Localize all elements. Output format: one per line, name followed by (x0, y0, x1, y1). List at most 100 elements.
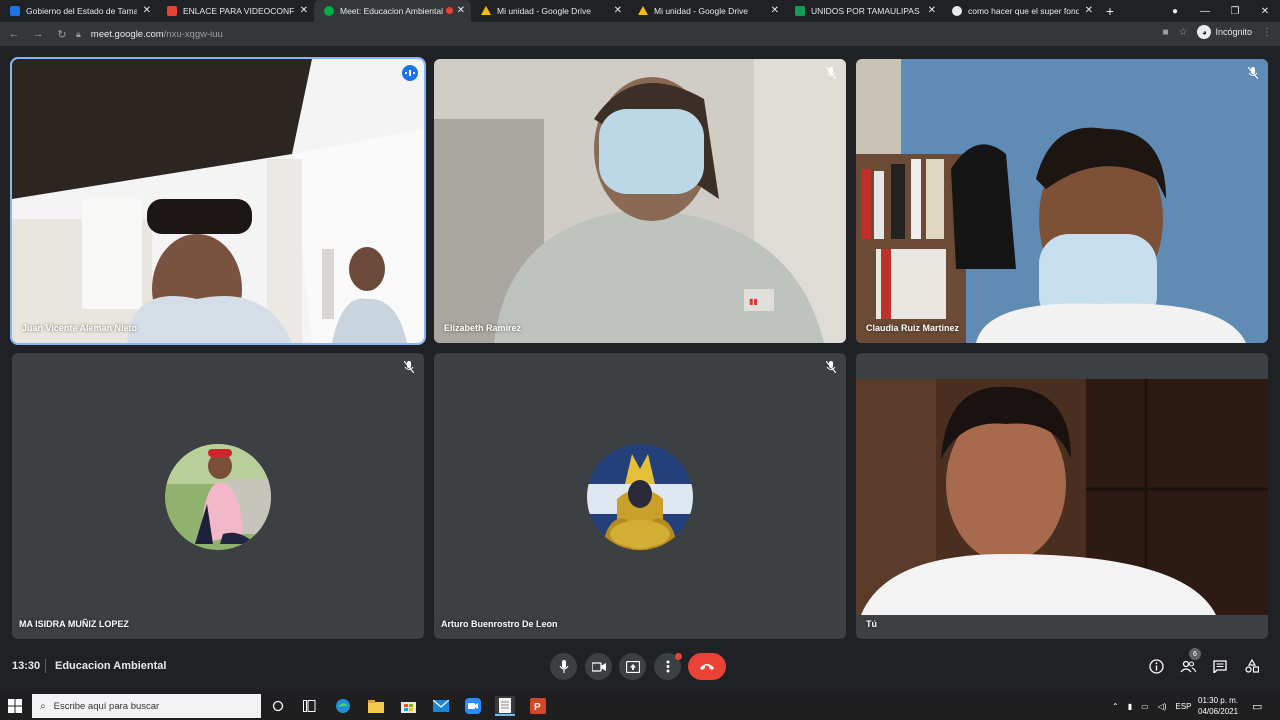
taskbar-search-input[interactable]: ⌕ Escribe aquí para buscar (32, 694, 261, 718)
close-window-icon[interactable]: ✕ (1250, 0, 1280, 22)
tab-label: Gobierno del Estado de Tamaulipas (26, 6, 137, 16)
store-icon[interactable] (398, 696, 418, 716)
speaking-indicator-icon (402, 65, 418, 81)
reload-icon[interactable]: ↻ (52, 28, 72, 41)
camera-in-use-icon[interactable]: ■ (1162, 27, 1168, 38)
incognito-indicator[interactable]: ◕ Incógnito (1197, 25, 1252, 39)
browser-tab[interactable]: UNIDOS POR TAMAULIPAS - CO ✕ (785, 0, 942, 22)
divider (45, 659, 46, 673)
bookmark-star-icon[interactable]: ☆ (1179, 27, 1188, 38)
address-bar: ← → ↻ 🔒︎ meet.google.com/nxu-xqgw-iuu ■ … (0, 22, 1280, 46)
participant-name: Tú (866, 619, 877, 629)
mic-tray-icon[interactable]: ▮ (1128, 702, 1132, 711)
participant-name: MA ISIDRA MUÑIZ LOPEZ (19, 619, 129, 629)
mail-icon[interactable] (431, 696, 451, 716)
new-tab-button[interactable]: + (1099, 0, 1121, 22)
tab-label: como hacer que el super fondo (968, 6, 1079, 16)
participant-name: Arturo Buenrostro De Leon (441, 619, 558, 629)
svg-text:▮▮: ▮▮ (749, 297, 758, 306)
language-indicator[interactable]: ESP (1176, 702, 1192, 711)
participant-tile-self[interactable]: Tú (856, 353, 1268, 639)
meeting-time: 13:30 (12, 660, 41, 672)
present-button[interactable] (619, 653, 646, 680)
search-icon: ⌕ (40, 700, 46, 712)
browser-tab[interactable]: ENLACE PARA VIDEOCONFERENCIA ✕ (157, 0, 314, 22)
volume-icon[interactable]: ◁) (1158, 702, 1167, 711)
camera-button[interactable] (585, 653, 612, 680)
mic-off-icon (402, 360, 416, 374)
participant-name: Elizabeth Ramirez (444, 323, 522, 333)
lock-icon[interactable]: 🔒︎ (76, 29, 81, 40)
more-options-button[interactable] (654, 653, 682, 680)
participant-count-badge: 6 (1189, 648, 1201, 660)
tab-favicon (167, 6, 177, 16)
close-tab-icon[interactable]: ✕ (771, 5, 779, 16)
browser-tab[interactable]: Gobierno del Estado de Tamaulipas ✕ (0, 0, 157, 22)
drive-icon (481, 6, 491, 15)
taskbar-clock[interactable]: 01:30 p. m. 04/06/2021 (1198, 695, 1238, 717)
notification-center-icon[interactable]: ▭ (1252, 692, 1262, 720)
browser-tab[interactable]: Mi unidad - Google Drive ✕ (628, 0, 785, 22)
mic-off-icon (824, 66, 838, 80)
network-icon[interactable]: ▭ (1141, 702, 1149, 711)
browser-tab[interactable]: como hacer que el super fondo ✕ (942, 0, 1099, 22)
notepad-icon[interactable] (495, 696, 515, 716)
browser-tab[interactable]: Mi unidad - Google Drive ✕ (471, 0, 628, 22)
participant-name: Claudia Ruiz Martinez (866, 323, 960, 333)
mic-button[interactable] (550, 653, 577, 680)
participant-tile[interactable]: Juan Vicente Aleman Nieto (10, 57, 426, 345)
task-view-icon[interactable] (299, 696, 319, 716)
search-placeholder: Escribe aquí para buscar (53, 700, 160, 712)
google-icon (952, 6, 962, 16)
participant-video: ▮▮ (434, 59, 846, 343)
tab-label: Meet: Educacion Ambiental (340, 6, 444, 16)
powerpoint-icon[interactable]: P (528, 696, 548, 716)
edge-icon[interactable] (333, 696, 353, 716)
close-tab-icon[interactable]: ✕ (928, 5, 936, 16)
windows-start-icon[interactable] (8, 699, 22, 713)
participant-tile[interactable]: MA ISIDRA MUÑIZ LOPEZ (12, 353, 424, 639)
close-tab-icon[interactable]: ✕ (614, 5, 622, 16)
tab-label: UNIDOS POR TAMAULIPAS - CO (811, 6, 922, 16)
url-field[interactable]: 🔒︎ meet.google.com/nxu-xqgw-iuu (70, 25, 1180, 43)
forward-icon[interactable]: → (28, 28, 48, 40)
windows-taskbar: ⌕ Escribe aquí para buscar P ⌃ ▮ ▭ ◁) ES… (0, 692, 1280, 720)
activities-button[interactable] (1243, 657, 1261, 675)
maximize-icon[interactable]: ❐ (1220, 0, 1250, 22)
close-tab-icon[interactable]: ✕ (457, 5, 465, 16)
file-explorer-icon[interactable] (366, 696, 386, 716)
mic-off-icon (824, 360, 838, 374)
back-icon[interactable]: ← (4, 28, 24, 40)
chat-button[interactable] (1211, 657, 1229, 675)
clock-date: 04/06/2021 (1198, 707, 1239, 716)
more-options-icon (666, 660, 669, 673)
zoom-icon[interactable] (463, 696, 483, 716)
participant-tile[interactable]: Arturo Buenrostro De Leon (434, 353, 846, 639)
window-controls: ● — ❐ ✕ (1160, 0, 1280, 22)
tab-favicon (324, 6, 334, 16)
browser-tab-active[interactable]: Meet: Educacion Ambiental ✕ (314, 0, 471, 22)
mic-icon (559, 660, 568, 673)
browser-menu-icon[interactable]: ⋮ (1262, 27, 1272, 38)
close-tab-icon[interactable]: ✕ (300, 5, 308, 16)
url-path: /nxu-xqgw-iuu (163, 28, 223, 40)
profile-icon[interactable]: ● (1160, 0, 1190, 22)
browser-tab-strip: Gobierno del Estado de Tamaulipas ✕ ENLA… (0, 0, 1280, 22)
participant-avatar (587, 444, 693, 550)
info-icon (1148, 658, 1164, 674)
meeting-info-button[interactable] (1147, 657, 1165, 675)
chevron-up-icon[interactable]: ⌃ (1112, 702, 1119, 711)
participant-tile[interactable]: Claudia Ruiz Martinez (856, 59, 1268, 343)
participant-video (856, 59, 1268, 343)
participant-tile[interactable]: ▮▮ Elizabeth Ramirez (434, 59, 846, 343)
svg-text:P: P (534, 702, 541, 713)
meeting-control-bar: 13:30 Educacion Ambiental (0, 646, 1280, 692)
cortana-icon[interactable] (268, 696, 288, 716)
end-call-button[interactable] (688, 653, 726, 680)
close-tab-icon[interactable]: ✕ (143, 5, 151, 16)
notification-dot-icon (675, 653, 682, 660)
participant-name: Juan Vicente Aleman Nieto (22, 323, 138, 333)
participant-video (856, 379, 1268, 615)
minimize-icon[interactable]: — (1190, 0, 1220, 22)
close-tab-icon[interactable]: ✕ (1085, 5, 1093, 16)
